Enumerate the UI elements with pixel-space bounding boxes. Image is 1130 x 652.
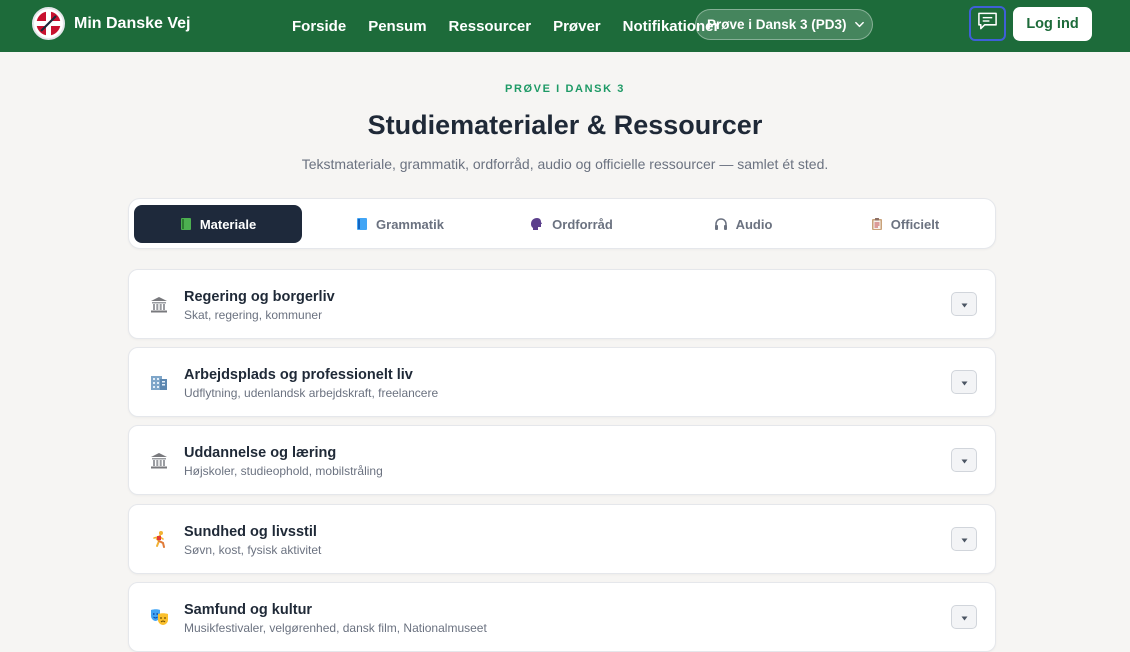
page-eyebrow: PRØVE I DANSK 3	[505, 83, 625, 95]
running-person-icon	[149, 529, 169, 549]
login-button[interactable]: Log ind	[1013, 7, 1092, 41]
theater-masks-icon	[149, 607, 169, 627]
message-icon	[977, 11, 998, 36]
topic-title: Sundhed og livsstil	[184, 524, 317, 540]
tab-ordforrad[interactable]: Ordforråd	[487, 205, 655, 243]
tab-materiale[interactable]: Materiale	[134, 205, 302, 243]
topic-subtitle: Skat, regering, kommuner	[184, 308, 323, 322]
tab-label: Officielt	[890, 216, 940, 232]
nav-link-forside[interactable]: Forside	[292, 18, 346, 35]
expand-toggle[interactable]	[951, 370, 977, 394]
headphones-icon	[714, 217, 728, 231]
topic-card-samfund[interactable]: Samfund og kultur Musikfestivaler, velgø…	[128, 582, 996, 652]
topic-title: Arbejdsplads og professionelt liv	[184, 367, 413, 383]
expand-toggle[interactable]	[951, 605, 977, 629]
exam-select-value: Prøve i Dansk 3 (PD3)	[707, 17, 847, 32]
speaking-head-icon	[529, 217, 544, 231]
topic-card-uddannelse[interactable]: Uddannelse og læring Højskoler, studieop…	[128, 425, 996, 495]
office-building-icon	[149, 372, 169, 392]
tab-label: Audio	[735, 216, 773, 232]
nav-links: Forside Pensum Ressourcer Prøver Notifik…	[292, 0, 741, 52]
caret-down-icon	[961, 451, 968, 469]
nav-link-ressourcer[interactable]: Ressourcer	[449, 18, 532, 35]
tab-officielt[interactable]: Officielt	[821, 205, 989, 243]
tab-label: Materiale	[199, 216, 257, 232]
caret-down-icon	[961, 608, 968, 626]
brand-name: Min Danske Vej	[74, 14, 191, 32]
top-nav: Min Danske Vej Forside Pensum Ressourcer…	[0, 0, 1130, 52]
topic-title: Samfund og kultur	[184, 602, 313, 618]
expand-toggle[interactable]	[951, 292, 977, 316]
topic-card-arbejdsplads[interactable]: Arbejdsplads og professionelt liv Udflyt…	[128, 347, 996, 417]
green-book-icon	[180, 217, 192, 231]
caret-down-icon	[961, 295, 968, 313]
topic-subtitle: Højskoler, studieophold, mobilstråling	[184, 464, 383, 478]
exam-select[interactable]: Prøve i Dansk 3 (PD3)	[695, 9, 873, 40]
tab-label: Grammatik	[376, 216, 444, 232]
nav-link-prover[interactable]: Prøver	[553, 18, 601, 35]
classical-building-icon	[149, 294, 169, 314]
caret-down-icon	[961, 530, 968, 548]
brand[interactable]: Min Danske Vej	[32, 7, 191, 40]
topic-subtitle: Musikfestivaler, velgørenhed, dansk film…	[184, 621, 487, 635]
topic-card-sundhed[interactable]: Sundhed og livsstil Søvn, kost, fysisk a…	[128, 504, 996, 574]
expand-toggle[interactable]	[951, 448, 977, 472]
feedback-button[interactable]	[969, 6, 1006, 41]
topic-subtitle: Udflytning, udenlandsk arbejdskraft, fre…	[184, 386, 439, 400]
blue-book-icon	[356, 217, 368, 231]
topic-subtitle: Søvn, kost, fysisk aktivitet	[184, 543, 322, 557]
page-subtitle: Tekstmateriale, grammatik, ordforråd, au…	[301, 156, 829, 172]
nav-link-pensum[interactable]: Pensum	[368, 18, 426, 35]
tab-grammatik[interactable]: Grammatik	[316, 205, 484, 243]
tab-audio[interactable]: Audio	[659, 205, 827, 243]
topic-title: Regering og borgerliv	[184, 289, 335, 305]
page-title: Studiematerialer & Ressourcer	[367, 110, 763, 140]
topic-card-regering[interactable]: Regering og borgerliv Skat, regering, ko…	[128, 269, 996, 339]
clipboard-icon	[871, 217, 883, 231]
classical-building-icon	[149, 450, 169, 470]
chevron-down-icon	[854, 19, 865, 30]
resource-tabs: Materiale Grammatik Ordforråd Audio Offi…	[128, 198, 996, 249]
caret-down-icon	[961, 373, 968, 391]
expand-toggle[interactable]	[951, 527, 977, 551]
tab-label: Ordforråd	[552, 216, 613, 232]
brand-logo-icon	[32, 7, 65, 40]
topic-title: Uddannelse og læring	[184, 445, 337, 461]
